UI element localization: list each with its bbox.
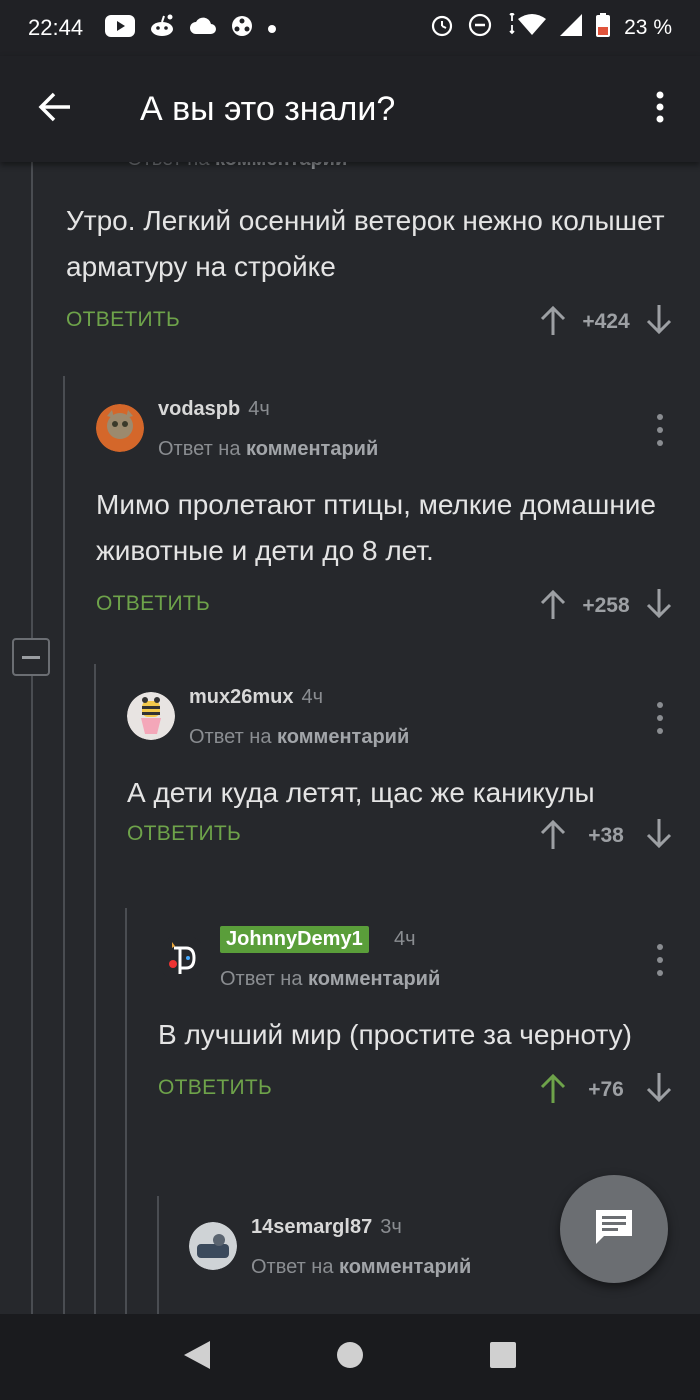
cloud-icon xyxy=(189,16,217,40)
nav-home-icon xyxy=(336,1341,364,1374)
comments-thread: Ответ на комментарий Утро. Легкий осенни… xyxy=(0,162,700,1314)
comment-text: В лучший мир (простите за черноту) xyxy=(158,1019,632,1050)
downvote-icon[interactable] xyxy=(646,588,672,624)
thread-line xyxy=(94,664,96,1314)
write-comment-button[interactable] xyxy=(560,1175,668,1283)
comment-menu-button[interactable] xyxy=(648,698,672,738)
thread-line xyxy=(125,908,127,1314)
more-vert-icon xyxy=(656,91,664,128)
avatar[interactable] xyxy=(96,404,144,452)
avatar[interactable] xyxy=(158,934,206,982)
alarm-icon xyxy=(430,13,454,43)
comment: mux26mux 4ч Ответ на комментарий А дети к… xyxy=(127,686,672,856)
wifi-icon xyxy=(506,11,547,43)
comment-text: Мимо пролетают птицы, мелкие домашние жи… xyxy=(96,489,656,566)
vote-controls: +258 xyxy=(540,586,672,626)
nav-recents-icon xyxy=(489,1341,517,1374)
dot-icon xyxy=(267,18,277,38)
nav-back-icon xyxy=(182,1339,212,1376)
avatar[interactable] xyxy=(189,1222,237,1270)
collapse-thread-button[interactable] xyxy=(12,638,50,676)
upvote-icon[interactable] xyxy=(540,589,566,624)
comment-score: +258 xyxy=(582,594,630,617)
thread-line xyxy=(63,376,65,1314)
upvote-icon[interactable] xyxy=(540,819,566,854)
downvote-icon[interactable] xyxy=(646,1072,672,1108)
hub-icon xyxy=(231,15,253,41)
nav-back-button[interactable] xyxy=(167,1327,227,1387)
arrow-back-icon xyxy=(38,92,72,127)
comment-author[interactable]: 14semargl87 3ч xyxy=(251,1216,402,1239)
partial-reply-to: Ответ на комментарий xyxy=(127,162,347,171)
status-time: 22:44 xyxy=(28,15,84,40)
avatar[interactable] xyxy=(127,692,175,740)
back-button[interactable] xyxy=(0,56,110,162)
system-nav-bar xyxy=(0,1314,700,1400)
comment-author[interactable]: mux26mux 4ч xyxy=(189,686,323,709)
upvote-icon[interactable] xyxy=(540,305,566,340)
comment-time: 3ч xyxy=(380,1216,402,1238)
vote-controls: +38 xyxy=(540,816,672,856)
reply-button[interactable]: ОТВЕТИТЬ xyxy=(158,1076,272,1100)
upvote-icon-active[interactable] xyxy=(540,1073,566,1108)
more-menu-button[interactable] xyxy=(620,56,700,162)
comment-text: А дети куда летят, щас же каникулы xyxy=(127,777,595,808)
reply-button[interactable]: ОТВЕТИТЬ xyxy=(127,822,241,846)
nav-recents-button[interactable] xyxy=(473,1327,533,1387)
comment-score: +38 xyxy=(588,824,624,847)
thread-line xyxy=(31,676,33,1314)
status-bar: 22:44 23 % xyxy=(0,0,700,56)
comment-score: +76 xyxy=(588,1078,624,1101)
nav-home-button[interactable] xyxy=(320,1327,380,1387)
page-title: А вы это знали? xyxy=(140,89,396,128)
comment: Утро. Легкий осенний ветерок нежно колыш… xyxy=(66,198,672,342)
comment-time: 4ч xyxy=(248,398,270,420)
youtube-icon xyxy=(105,15,136,41)
comment-menu-button[interactable] xyxy=(648,410,672,450)
reddit-icon xyxy=(149,14,175,42)
reply-to: Ответ на комментарий xyxy=(220,968,441,990)
comment: vodaspb 4ч Ответ на комментарий Мимо прол… xyxy=(96,398,672,626)
reply-to: Ответ на комментарий xyxy=(189,726,410,748)
comment-author[interactable]: vodaspb 4ч xyxy=(158,398,270,421)
comment-icon xyxy=(594,1208,634,1251)
thread-line xyxy=(31,162,33,638)
downvote-icon[interactable] xyxy=(646,818,672,854)
comment-time: 4ч xyxy=(394,928,416,950)
comment-menu-button[interactable] xyxy=(648,940,672,980)
vote-controls: +424 xyxy=(540,302,672,342)
signal-icon xyxy=(560,14,583,42)
reply-button[interactable]: ОТВЕТИТЬ xyxy=(96,592,210,616)
comment: JohnnyDemy1 4ч Ответ на комментарий В лу… xyxy=(158,926,672,1110)
thread-line xyxy=(157,1196,159,1314)
app-bar: А вы это знали? xyxy=(0,56,700,162)
vote-controls: +76 xyxy=(540,1070,672,1110)
comment-time: 4ч xyxy=(301,686,324,708)
comment-author-badge[interactable]: JohnnyDemy1 xyxy=(220,926,369,953)
battery-percent: 23 % xyxy=(624,16,672,39)
reply-to: Ответ на комментарий xyxy=(251,1256,472,1278)
dnd-icon xyxy=(468,13,492,43)
battery-icon xyxy=(596,13,611,43)
downvote-icon[interactable] xyxy=(646,304,672,340)
reply-to: Ответ на комментарий xyxy=(158,438,379,460)
minus-icon xyxy=(22,655,40,659)
comment-score: +424 xyxy=(582,310,630,333)
reply-button[interactable]: ОТВЕТИТЬ xyxy=(66,308,180,332)
comment-text: Утро. Легкий осенний ветерок нежно колыш… xyxy=(66,205,665,282)
